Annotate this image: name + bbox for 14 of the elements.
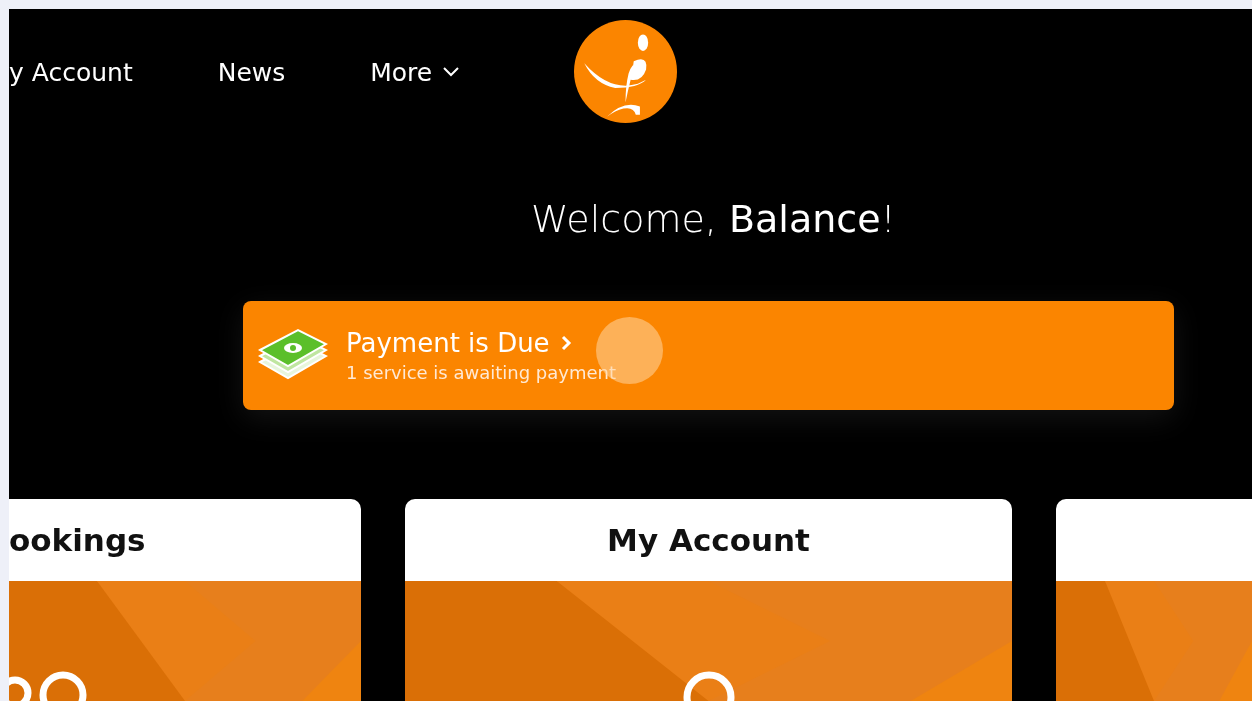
nav-link[interactable]: News (217, 57, 286, 87)
nav-link[interactable]: More (370, 57, 461, 87)
menu-card[interactable]: ookings (9, 499, 361, 701)
card-title: ookings (9, 522, 146, 558)
logo-icon (574, 19, 678, 123)
welcome-heading: Welcome, Balance! (531, 197, 897, 241)
menu-card[interactable]: My Account (405, 499, 1012, 701)
chevron-right-icon (559, 334, 572, 352)
banner-subtitle: 1 service is awaiting payment (346, 362, 617, 383)
card-title: My Account (607, 522, 810, 558)
person-icon (681, 671, 737, 701)
nav-link[interactable]: y Account (9, 57, 133, 87)
menu-card[interactable] (1056, 499, 1252, 701)
chevron-down-icon (442, 66, 461, 78)
